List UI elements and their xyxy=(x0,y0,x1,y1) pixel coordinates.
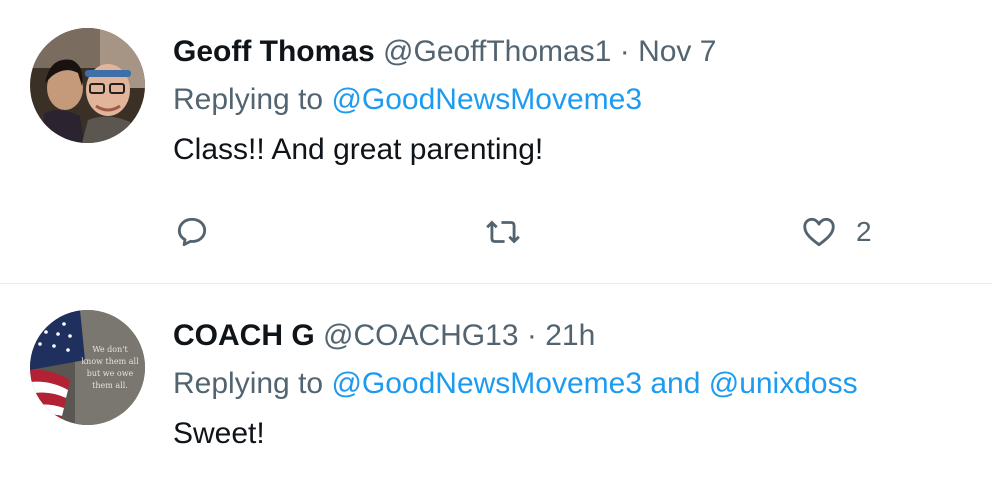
like-button[interactable]: 2 xyxy=(800,212,872,252)
author-handle[interactable]: @COACHG13 xyxy=(323,319,519,352)
retweet-button[interactable] xyxy=(484,212,522,252)
tweet[interactable]: Geoff Thomas @GeoffThomas1 · Nov 7 Reply… xyxy=(0,0,992,283)
avatar-text-line: them all. xyxy=(92,381,128,390)
separator-dot: · xyxy=(619,35,630,68)
retweet-icon xyxy=(486,220,520,244)
tweet-timestamp[interactable]: Nov 7 xyxy=(638,35,716,68)
like-icon xyxy=(803,217,835,247)
replying-to: Replying to @GoodNewsMoveme3 and @unixdo… xyxy=(173,364,972,404)
tweet-header: COACH G @COACHG13 · 21h xyxy=(173,316,972,356)
avatar-text-line: We don't xyxy=(92,345,128,354)
replying-to-link[interactable]: @GoodNewsMoveme3 xyxy=(331,83,642,116)
author-name[interactable]: Geoff Thomas xyxy=(173,35,375,68)
tweet-text: Class!! And great parenting! xyxy=(173,133,544,166)
replying-to: Replying to @GoodNewsMoveme3 xyxy=(173,80,972,120)
reply-icon xyxy=(177,217,207,247)
replying-to-label: Replying to xyxy=(173,83,324,116)
tweet[interactable]: We don't know them all but we owe them a… xyxy=(0,284,992,487)
replying-to-label: Replying to xyxy=(173,367,324,400)
author-name[interactable]: COACH G xyxy=(173,319,315,352)
tweet-header: Geoff Thomas @GeoffThomas1 · Nov 7 xyxy=(173,32,972,72)
tweet-timestamp[interactable]: 21h xyxy=(545,319,595,352)
avatar[interactable] xyxy=(30,28,145,143)
reply-button[interactable] xyxy=(173,212,211,252)
author-handle[interactable]: @GeoffThomas1 xyxy=(383,35,611,68)
tweet-actions: 2 xyxy=(0,212,992,252)
like-count: 2 xyxy=(856,216,872,247)
separator-dot: · xyxy=(526,319,537,352)
tweet-content: Geoff Thomas @GeoffThomas1 · Nov 7 Reply… xyxy=(173,32,972,170)
replying-to-link[interactable]: @GoodNewsMoveme3 and @unixdoss xyxy=(331,367,857,400)
avatar-text-line: know them all xyxy=(81,357,139,366)
tweet-content: COACH G @COACHG13 · 21h Replying to @Goo… xyxy=(173,316,972,454)
avatar[interactable]: We don't know them all but we owe them a… xyxy=(30,310,145,425)
avatar-text-line: but we owe xyxy=(87,369,134,378)
tweet-text: Sweet! xyxy=(173,417,265,450)
